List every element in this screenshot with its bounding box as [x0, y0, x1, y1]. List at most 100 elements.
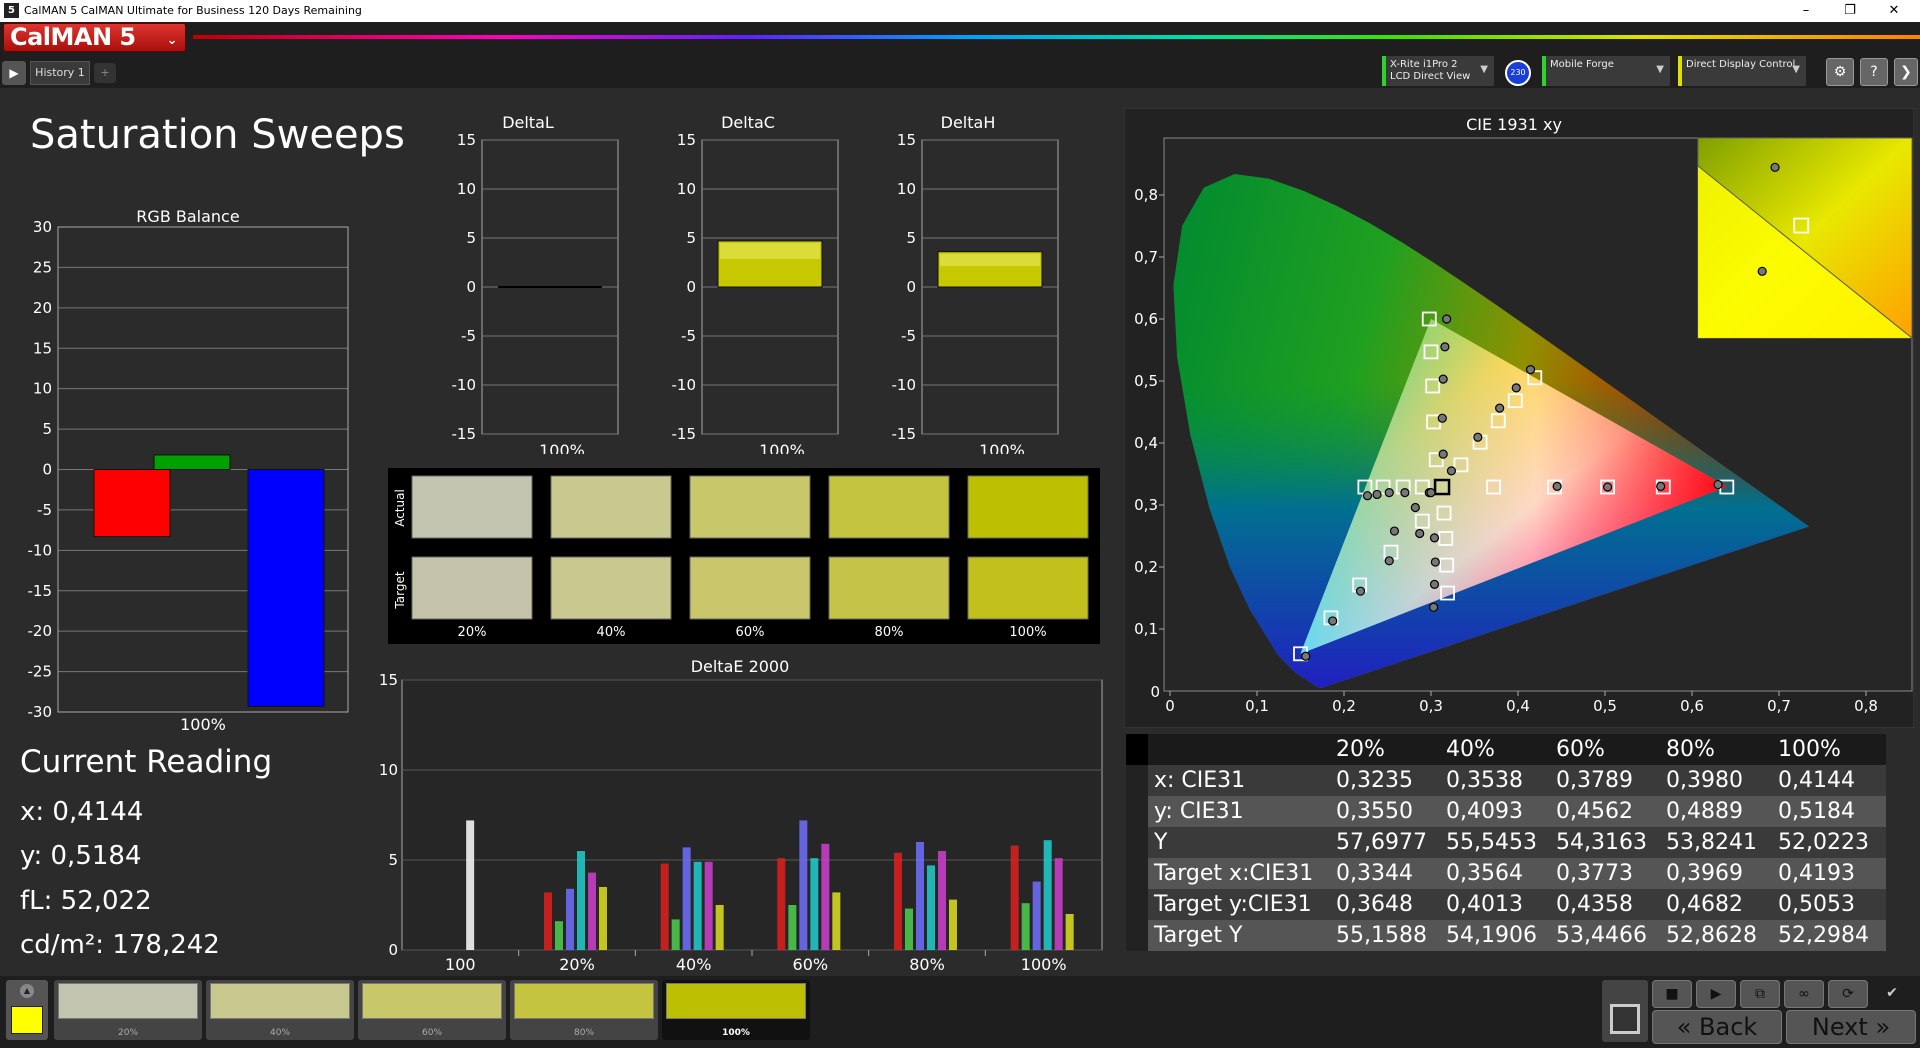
- bottom-swatch-color: [210, 983, 350, 1019]
- deltaC-title: DeltaC: [721, 114, 775, 132]
- chevron-up-icon[interactable]: ▲: [20, 984, 34, 998]
- deltae-bar: [660, 863, 669, 950]
- bottom-swatch-color: [514, 983, 654, 1019]
- row-marker: [1126, 796, 1148, 827]
- deltae-bar: [916, 842, 924, 950]
- restore-button[interactable]: ❐: [1830, 2, 1870, 20]
- play-icon[interactable]: ▶: [1696, 980, 1736, 1008]
- calman-logo-menu[interactable]: CalMAN 5 ⌄: [3, 23, 186, 52]
- table-cell: 0,4889: [1666, 799, 1743, 824]
- bottom-swatch[interactable]: 60%: [358, 980, 506, 1040]
- current-reading-cdm2: cd/m²: 178,242: [20, 930, 220, 960]
- chevron-down-icon: ▼: [1656, 64, 1664, 75]
- device-meter-select[interactable]: X-Rite i1Pro 2 LCD Direct View ▼: [1382, 56, 1494, 86]
- snapshot-icon[interactable]: ⧉: [1740, 980, 1780, 1008]
- cie-actual-marker: [1511, 383, 1521, 393]
- next-button[interactable]: Next »: [1786, 1010, 1916, 1044]
- row-marker: [1126, 920, 1148, 951]
- loop-icon[interactable]: ∞: [1784, 980, 1824, 1008]
- bottom-swatch-label: 60%: [421, 1028, 442, 1038]
- cie-actual-marker: [1438, 374, 1448, 384]
- cie-xtick-label: 0,4: [1506, 697, 1530, 715]
- deltae-bar: [894, 852, 902, 950]
- cie-actual-marker: [1389, 526, 1400, 536]
- deltae-bar: [1065, 914, 1074, 950]
- add-tab-button[interactable]: +: [94, 63, 116, 83]
- cie-ytick-label: 0,6: [1134, 310, 1158, 328]
- table-row: y: CIE31 0,3550 0,4093 0,4562 0,4889 0,5184: [1126, 796, 1886, 827]
- bottom-swatch[interactable]: 100%: [662, 980, 810, 1040]
- cie-actual-marker: [1525, 364, 1536, 375]
- cie-xtick-label: 0,5: [1593, 697, 1617, 715]
- table-header-cell: 20%: [1336, 737, 1385, 762]
- cie-actual-marker: [1410, 502, 1420, 513]
- meter-badge[interactable]: 230: [1505, 60, 1531, 86]
- refresh-icon[interactable]: ⟳: [1828, 980, 1868, 1008]
- rgb-ytick-label: -10: [28, 541, 53, 559]
- tab-history-1[interactable]: History 1: [30, 61, 90, 85]
- row-marker: [1126, 765, 1148, 796]
- device-display-select[interactable]: Direct Display Control ▼: [1678, 56, 1806, 86]
- deltaL-chart: DeltaL 15 10 5 0 -5 -10 -15 100%: [452, 114, 619, 454]
- row-marker: [1126, 827, 1148, 858]
- cie-actual-marker: [1656, 481, 1666, 491]
- rainbow-divider: [193, 35, 1920, 39]
- swatch-actual: [828, 475, 950, 539]
- check-icon[interactable]: ✔: [1872, 980, 1912, 1008]
- gear-icon[interactable]: ⚙: [1826, 58, 1854, 86]
- table-cell: 0,3564: [1446, 861, 1523, 886]
- cie-zoom-inset: [1697, 137, 1913, 339]
- cie-actual-marker: [1415, 528, 1425, 539]
- deltae-bar: [799, 820, 808, 950]
- delta-ytick-label: -10: [452, 376, 477, 394]
- table-cell: 0,3538: [1446, 768, 1523, 793]
- rgb-ytick-label: -30: [28, 703, 53, 721]
- deltae-xtick-label: 20%: [559, 955, 595, 974]
- cie-1931-chart: CIE 1931 xy 0 0,1 0,2 0,3 0,4 0,5 0,6 0,7 0,8 0 0,…: [1124, 108, 1914, 728]
- collapse-icon[interactable]: ❯: [1894, 58, 1918, 86]
- close-button[interactable]: ✕: [1874, 2, 1914, 20]
- swatch-actual: [550, 475, 672, 539]
- table-header-cell: 60%: [1556, 737, 1605, 762]
- back-chevron-icon: «: [1676, 1013, 1692, 1041]
- rgb-ytick-label: 5: [42, 420, 52, 438]
- cie-actual-marker: [1552, 481, 1562, 491]
- bar-red: [93, 469, 171, 538]
- current-color-fill: [11, 1006, 43, 1034]
- minimize-button[interactable]: –: [1786, 2, 1826, 20]
- delta-ytick-label: 15: [677, 131, 696, 149]
- help-icon[interactable]: ?: [1860, 58, 1888, 86]
- bottom-swatch[interactable]: 40%: [206, 980, 354, 1040]
- next-chevron-icon: »: [1875, 1013, 1891, 1041]
- stop-icon[interactable]: ■: [1652, 980, 1692, 1008]
- bottom-swatch[interactable]: 80%: [510, 980, 658, 1040]
- table-header-cell: 40%: [1446, 737, 1495, 762]
- cie-actual-marker: [1713, 479, 1723, 490]
- deltae-bar: [566, 888, 574, 950]
- current-color-swatch[interactable]: ▲: [6, 980, 48, 1040]
- table-cell: 0,4562: [1556, 799, 1633, 824]
- deltae-ytick-label: 0: [388, 941, 398, 959]
- chevron-down-icon: ⌄: [166, 33, 178, 48]
- swatch-actual: [967, 475, 1089, 539]
- deltae-bar: [1010, 845, 1019, 950]
- page-title: Saturation Sweeps: [30, 112, 405, 158]
- device-source-label: Mobile Forge: [1550, 59, 1614, 70]
- table-cell: 0,3648: [1336, 892, 1413, 917]
- deltae-2000-chart: DeltaE 2000 15 10 5 0 100 20% 40% 60% 80% 100%: [379, 657, 1103, 974]
- back-button[interactable]: « Back: [1652, 1010, 1782, 1044]
- deltae-ytick-label: 5: [388, 851, 398, 869]
- delta-ytick-label: -15: [672, 425, 697, 443]
- play-icon[interactable]: ▶: [2, 61, 26, 85]
- cie-actual-marker: [1355, 586, 1366, 596]
- deltae-bar: [466, 820, 475, 950]
- cie-ytick-label: 0,7: [1134, 248, 1158, 266]
- delta-ytick-label: -5: [461, 327, 476, 345]
- device-source-select[interactable]: Mobile Forge ▼: [1542, 56, 1670, 86]
- delta-ytick-label: 0: [686, 278, 696, 296]
- deltae-ytick-label: 10: [379, 761, 398, 779]
- stop-measure-button[interactable]: [1602, 980, 1648, 1042]
- delta-ytick-label: 5: [906, 229, 916, 247]
- bottom-swatch[interactable]: 20%: [54, 980, 202, 1040]
- swatch-cells: 20% 40% 60% 80% 100%: [411, 475, 1089, 640]
